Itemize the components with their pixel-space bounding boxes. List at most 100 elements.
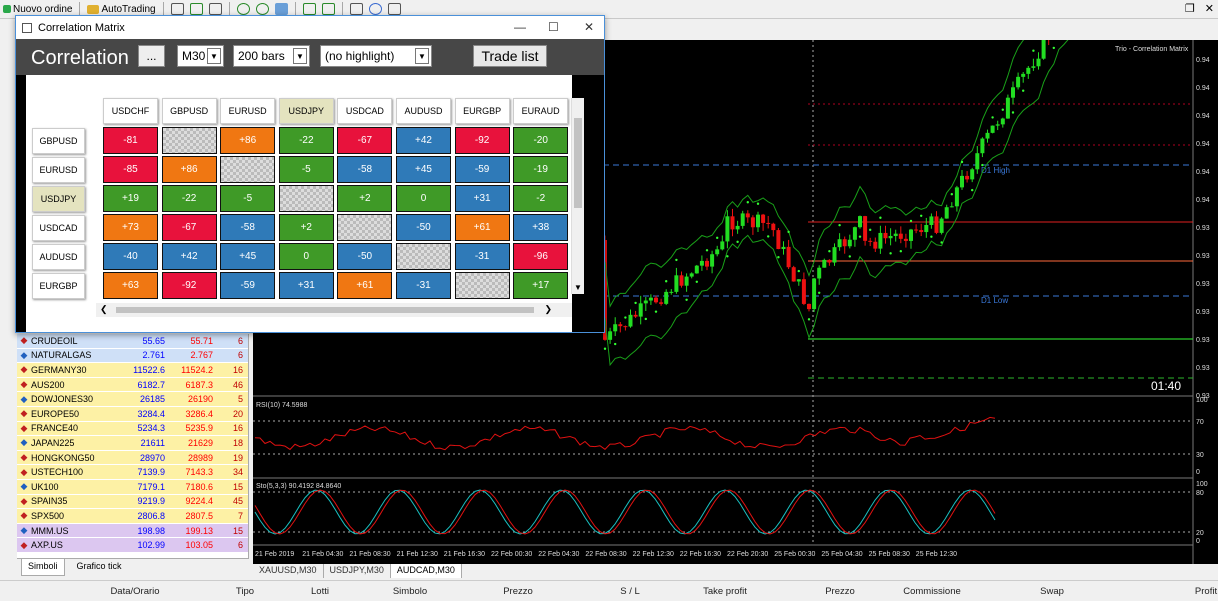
column-header[interactable]: USDCHF (103, 98, 158, 124)
row-header[interactable]: GBPUSD (32, 128, 85, 154)
correlation-cell[interactable]: -58 (220, 214, 276, 241)
watch-row[interactable]: ◆ SPAIN35 9219.9 9224.4 45 (17, 494, 248, 510)
chevron-down-icon[interactable]: ▼ (293, 48, 307, 64)
correlation-cell[interactable]: -5 (278, 156, 334, 183)
watch-row[interactable]: ◆ AUS200 6182.7 6187.3 46 (17, 377, 248, 393)
tile-windows-icon[interactable] (274, 3, 288, 15)
correlation-cell[interactable]: +45 (220, 243, 276, 270)
column-header[interactable]: EURUSD (220, 98, 276, 124)
correlation-cell[interactable]: +31 (278, 272, 334, 299)
templates-icon[interactable] (387, 3, 401, 15)
bars-select[interactable]: 200 bars ▼ (233, 45, 310, 67)
tab-chart-xauusd[interactable]: XAUUSD,M30 (253, 564, 324, 578)
row-header[interactable]: EURUSD (32, 157, 85, 183)
close-icon[interactable]: ✕ (1205, 2, 1214, 15)
watch-row[interactable]: ◆ MMM.US 198.98 199.13 15 (17, 523, 248, 539)
highlight-select[interactable]: (no highlight) ▼ (320, 45, 432, 67)
row-header[interactable]: AUDUSD (32, 244, 85, 270)
chevron-left-icon[interactable]: ❮ (100, 304, 108, 315)
watch-row[interactable]: ◆ EUROPE50 3284.4 3286.4 20 (17, 406, 248, 422)
correlation-cell[interactable] (161, 127, 217, 154)
correlation-cell[interactable]: -2 (513, 185, 569, 212)
column-header-commission[interactable]: Commissione (903, 586, 961, 597)
correlation-cell[interactable]: +86 (220, 127, 276, 154)
correlation-cell[interactable]: -59 (454, 156, 510, 183)
tab-chart-audcad[interactable]: AUDCAD,M30 (390, 564, 462, 578)
column-header-tp[interactable]: Take profit (703, 586, 747, 597)
watch-row[interactable]: ◆ FRANCE40 5234.3 5235.9 16 (17, 421, 248, 437)
correlation-cell[interactable] (396, 243, 451, 270)
horizontal-scrollbar[interactable]: ❮ ❯ (96, 303, 572, 317)
column-header-sl[interactable]: S / L (620, 586, 640, 597)
correlation-cell[interactable]: +73 (103, 214, 158, 241)
restore-icon[interactable]: ❐ (1185, 2, 1195, 15)
correlation-cell[interactable]: -31 (454, 243, 510, 270)
column-header[interactable]: EURAUD (513, 98, 569, 124)
correlation-cell[interactable]: -96 (513, 243, 569, 270)
zoom-in-icon[interactable] (236, 3, 250, 15)
correlation-cell[interactable]: +61 (337, 272, 393, 299)
correlation-cell[interactable]: 0 (396, 185, 451, 212)
watch-row[interactable]: ◆ HONGKONG50 28970 28989 19 (17, 450, 248, 466)
correlation-cell[interactable]: +19 (103, 185, 158, 212)
watch-row[interactable]: ◆ NATURALGAS 2.761 2.767 6 (17, 348, 248, 364)
column-header-lots[interactable]: Lotti (311, 586, 329, 597)
correlation-cell[interactable]: +42 (396, 127, 451, 154)
correlation-cell[interactable]: +61 (454, 214, 510, 241)
correlation-cell[interactable]: -92 (161, 272, 217, 299)
settings-button[interactable]: ... (138, 45, 165, 67)
bar-chart-icon[interactable] (170, 3, 184, 15)
column-header[interactable]: EURGBP (454, 98, 510, 124)
correlation-cell[interactable]: -67 (161, 214, 217, 241)
column-header-price[interactable]: Prezzo (503, 586, 533, 597)
correlation-cell[interactable]: +38 (513, 214, 569, 241)
maximize-icon[interactable]: ☐ (548, 20, 559, 34)
correlation-cell[interactable]: -50 (396, 214, 451, 241)
correlation-cell[interactable] (220, 156, 276, 183)
chevron-right-icon[interactable]: ❯ (544, 304, 552, 315)
zoom-out-icon[interactable] (255, 3, 269, 15)
correlation-cell[interactable]: -5 (220, 185, 276, 212)
line-chart-icon[interactable] (208, 3, 222, 15)
correlation-cell[interactable]: -31 (396, 272, 451, 299)
correlation-cell[interactable]: 0 (278, 243, 334, 270)
row-header[interactable]: USDJPY (32, 186, 85, 212)
column-header-time[interactable]: Data/Orario (110, 586, 159, 597)
chevron-down-icon[interactable]: ▼ (574, 283, 582, 292)
periods-icon[interactable] (368, 3, 382, 15)
column-header[interactable]: GBPUSD (161, 98, 217, 124)
column-header-profit[interactable]: Profit (1195, 586, 1217, 597)
correlation-cell[interactable]: -59 (220, 272, 276, 299)
correlation-cell[interactable]: -50 (337, 243, 393, 270)
timeframe-select[interactable]: M30 ▼ (177, 45, 224, 67)
close-icon[interactable]: ✕ (584, 20, 594, 34)
vertical-scrollbar[interactable]: ▼ (571, 98, 584, 294)
correlation-cell[interactable]: +86 (161, 156, 217, 183)
column-header[interactable]: USDCAD (337, 98, 393, 124)
correlation-cell[interactable]: +63 (103, 272, 158, 299)
watch-row[interactable]: ◆ JAPAN225 21611 21629 18 (17, 436, 248, 451)
tab-chart-usdjpy[interactable]: USDJPY,M30 (324, 564, 391, 578)
correlation-cell[interactable]: -20 (513, 127, 569, 154)
watch-row[interactable]: ◆ AXP.US 102.99 103.05 6 (17, 538, 248, 553)
correlation-cell[interactable]: -85 (103, 156, 158, 183)
correlation-cell[interactable] (337, 214, 393, 241)
watch-row[interactable]: ◆ DOWJONES30 26185 26190 5 (17, 392, 248, 407)
correlation-cell[interactable] (454, 272, 510, 299)
column-header-swap[interactable]: Swap (1040, 586, 1064, 597)
watch-row[interactable]: ◆ GERMANY30 11522.6 11524.2 16 (17, 363, 248, 378)
column-header-current-price[interactable]: Prezzo (825, 586, 855, 597)
tab-tick-chart[interactable]: Grafico tick (71, 559, 128, 576)
chevron-down-icon[interactable]: ▼ (207, 48, 221, 64)
correlation-cell[interactable]: -58 (337, 156, 393, 183)
correlation-cell[interactable]: -22 (161, 185, 217, 212)
correlation-cell[interactable]: +42 (161, 243, 217, 270)
chevron-down-icon[interactable]: ▼ (415, 48, 429, 64)
watch-row[interactable]: ◆ SPX500 2806.8 2807.5 7 (17, 509, 248, 524)
watch-row[interactable]: ◆ CRUDEOIL 55.65 55.71 6 (17, 334, 248, 349)
column-header[interactable]: USDJPY (278, 98, 334, 124)
correlation-cell[interactable]: +31 (454, 185, 510, 212)
chart-shift-icon[interactable] (302, 3, 316, 15)
trade-list-button[interactable]: Trade list (473, 45, 547, 67)
watch-row[interactable]: ◆ UK100 7179.1 7180.6 15 (17, 479, 248, 495)
